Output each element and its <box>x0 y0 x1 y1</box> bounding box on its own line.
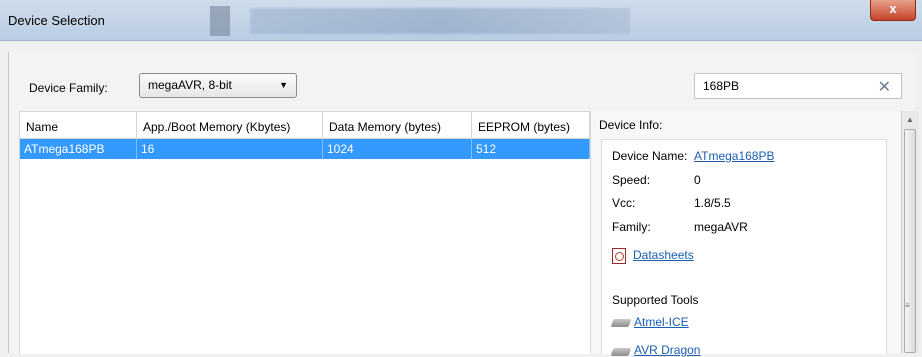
scrollbar-grip-icon: ≡ <box>905 301 910 310</box>
column-header-data-memory[interactable]: Data Memory (bytes) <box>323 112 472 138</box>
close-window-button[interactable]: x <box>870 0 916 21</box>
speed-label: Speed: <box>612 173 651 187</box>
datasheets-link[interactable]: Datasheets <box>633 248 694 262</box>
device-family-label: Device Family: <box>29 81 108 95</box>
cell-app-boot-memory: 16 <box>137 139 323 159</box>
column-header-app-boot-memory[interactable]: App./Boot Memory (Kbytes) <box>137 112 323 138</box>
vcc-label: Vcc: <box>612 196 636 210</box>
cell-name: ATmega168PB <box>20 139 137 159</box>
pdf-icon <box>612 248 626 264</box>
title-bar: Device Selection x <box>0 0 922 41</box>
table-row[interactable]: ATmega168PB 16 1024 512 <box>20 139 591 159</box>
device-family-value: megaAVR, 8-bit <box>148 78 232 92</box>
device-info-panel: Device Info: Device Name: ATmega168PB Spe… <box>590 111 903 357</box>
scrollbar-thumb[interactable] <box>904 129 916 353</box>
search-input[interactable] <box>703 79 853 93</box>
vcc-value: 1.8/5.5 <box>694 196 731 210</box>
family-label: Family: <box>612 220 651 234</box>
search-box[interactable]: ✕ <box>694 73 902 99</box>
family-row: Family: megaAVR <box>612 220 748 234</box>
tool-link-atmel-ice[interactable]: Atmel-ICE <box>634 315 689 329</box>
cell-data-memory: 1024 <box>323 139 472 159</box>
tool-link-avr-dragon[interactable]: AVR Dragon <box>634 343 700 357</box>
device-name-label: Device Name: <box>612 149 688 163</box>
supported-tools-label: Supported Tools <box>612 293 699 307</box>
debugger-tool-icon <box>610 319 632 327</box>
device-table: Name App./Boot Memory (Kbytes) Data Memo… <box>19 111 591 354</box>
chevron-down-icon: ▼ <box>279 80 288 90</box>
debugger-tool-icon <box>610 348 632 356</box>
column-header-eeprom[interactable]: EEPROM (bytes) <box>472 112 590 138</box>
background-window-blur <box>250 8 630 34</box>
scroll-up-icon[interactable]: ▲ <box>906 115 914 124</box>
table-header: Name App./Boot Memory (Kbytes) Data Memo… <box>20 112 591 139</box>
close-icon: x <box>889 1 897 16</box>
column-header-name[interactable]: Name <box>20 112 137 138</box>
device-info-title: Device Info: <box>599 118 663 132</box>
device-family-select[interactable]: megaAVR, 8-bit ▼ <box>139 73 297 98</box>
background-window-blur <box>210 6 230 36</box>
device-name-row: Device Name: ATmega168PB <box>612 149 775 163</box>
cell-eeprom: 512 <box>472 139 590 159</box>
device-info-card: Device Name: ATmega168PB Speed: 0 Vcc: 1.8/… <box>601 139 887 357</box>
device-info-scrollbar[interactable]: ▲ ≡ <box>901 111 919 353</box>
window-title: Device Selection <box>8 13 105 28</box>
family-value: megaAVR <box>694 220 748 234</box>
speed-value: 0 <box>694 173 701 187</box>
vcc-row: Vcc: 1.8/5.5 <box>612 196 731 210</box>
clear-search-icon[interactable]: ✕ <box>878 77 891 97</box>
device-name-link[interactable]: ATmega168PB <box>694 149 775 163</box>
speed-row: Speed: 0 <box>612 173 701 187</box>
